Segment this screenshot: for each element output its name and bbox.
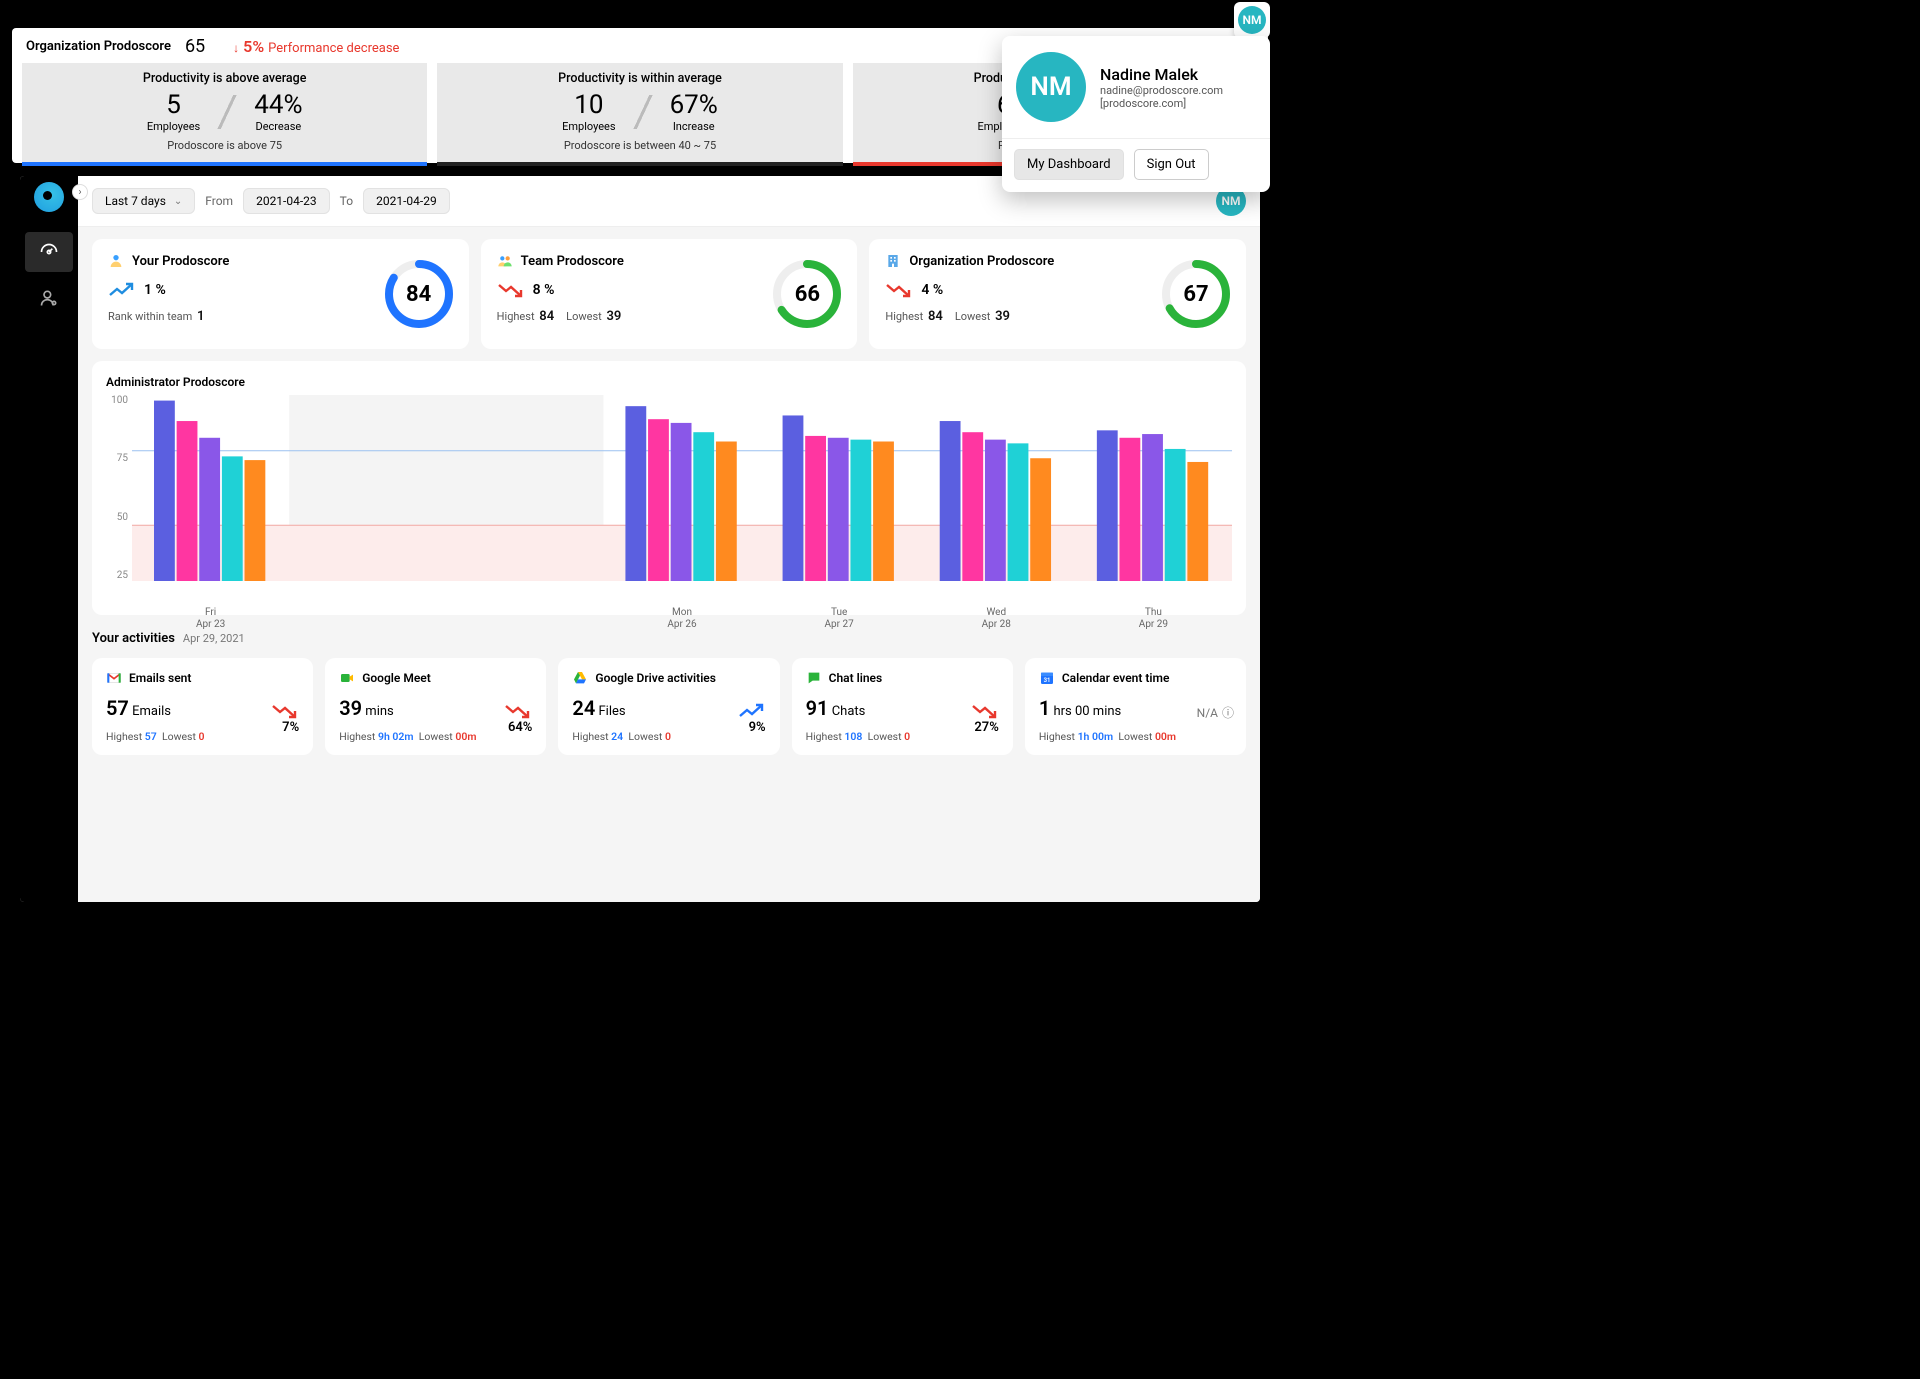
activity-card-calendar: 31Calendar event time 1 hrs 00 mins N/A … (1025, 658, 1246, 755)
team-icon (497, 253, 513, 269)
sidebar: › (20, 176, 78, 902)
chart-title: Administrator Prodoscore (106, 375, 1232, 389)
expand-sidebar-button[interactable]: › (72, 184, 88, 200)
productivity-tile: Productivity is within average 10Employe… (437, 63, 842, 166)
gauge: 66 (771, 258, 843, 330)
from-label: From (205, 194, 233, 208)
logo-icon[interactable] (34, 182, 64, 212)
gauge-icon (39, 242, 59, 262)
gauge: 67 (1160, 258, 1232, 330)
app-frame: › Last 7 days ⌄ From 2021-04-23 To 2021-… (20, 176, 1260, 902)
org-score-value: 65 (185, 36, 205, 57)
activity-card-meet: Google Meet 39 mins 64% Highest 9h 02m L… (325, 658, 546, 755)
user-popover: NM Nadine Malek nadine@prodoscore.com [p… (1002, 36, 1270, 192)
user-email: nadine@prodoscore.com (1100, 84, 1223, 97)
divider-icon (214, 95, 240, 129)
chat-icon (806, 670, 822, 686)
na-badge: N/A ⓘ (1197, 704, 1234, 721)
gauge: 84 (383, 258, 455, 330)
activities-date: Apr 29, 2021 (183, 632, 245, 645)
from-date-input[interactable]: 2021-04-23 (243, 188, 330, 214)
activity-delta: 7% (271, 702, 299, 735)
drive-icon (572, 670, 588, 686)
building-icon (885, 253, 901, 269)
arrow-down-icon: ↓ (233, 41, 239, 55)
sign-out-button[interactable]: Sign Out (1134, 149, 1209, 180)
info-icon: ⓘ (1222, 704, 1234, 721)
to-label: To (340, 194, 353, 208)
to-date-input[interactable]: 2021-04-29 (363, 188, 450, 214)
team-prodoscore-card: Team Prodoscore 8 % Highest 84Lowest 39 … (481, 239, 858, 349)
avatar-large: NM (1016, 52, 1086, 122)
productivity-tile: Productivity is above average 5Employees… (22, 63, 427, 166)
user-name: Nadine Malek (1100, 65, 1223, 84)
admin-prodoscore-chart: Administrator Prodoscore 100755025 FriAp… (92, 361, 1246, 615)
activity-delta: 27% (971, 702, 999, 735)
nav-people[interactable] (25, 278, 73, 318)
org-prodoscore-card: Organization Prodoscore 4 % Highest 84Lo… (869, 239, 1246, 349)
divider-icon (630, 95, 656, 129)
activity-card-drive: Google Drive activities 24 Files 9% High… (558, 658, 779, 755)
gmail-icon (106, 670, 122, 686)
chevron-down-icon: ⌄ (174, 196, 182, 207)
person-icon (108, 253, 124, 269)
date-range-select[interactable]: Last 7 days ⌄ (92, 188, 195, 214)
your-prodoscore-card: Your Prodoscore 1 % Rank within team 1 8… (92, 239, 469, 349)
user-domain: [prodoscore.com] (1100, 97, 1223, 110)
avatar-badge: NM (1234, 2, 1270, 38)
org-score-delta: ↓ 5% Performance decrease (233, 37, 399, 56)
my-dashboard-button[interactable]: My Dashboard (1014, 149, 1124, 180)
activities-heading: Your activities (92, 631, 175, 646)
activity-delta: 64% (504, 702, 532, 735)
nav-dashboard[interactable] (25, 232, 73, 272)
activity-delta: 9% (738, 702, 766, 735)
calendar-icon: 31 (1039, 670, 1055, 686)
avatar[interactable]: NM (1238, 6, 1266, 34)
org-score-label: Organization Prodoscore (26, 39, 171, 54)
tile-title: Productivity is above average (143, 71, 307, 86)
user-icon (39, 288, 59, 308)
meet-icon (339, 670, 355, 686)
tile-title: Productivity is within average (558, 71, 722, 86)
svg-text:31: 31 (1043, 677, 1050, 684)
activity-card-emails: Emails sent 57 Emails 7% Highest 57 Lowe… (92, 658, 313, 755)
activity-card-chat: Chat lines 91 Chats 27% Highest 108 Lowe… (792, 658, 1013, 755)
